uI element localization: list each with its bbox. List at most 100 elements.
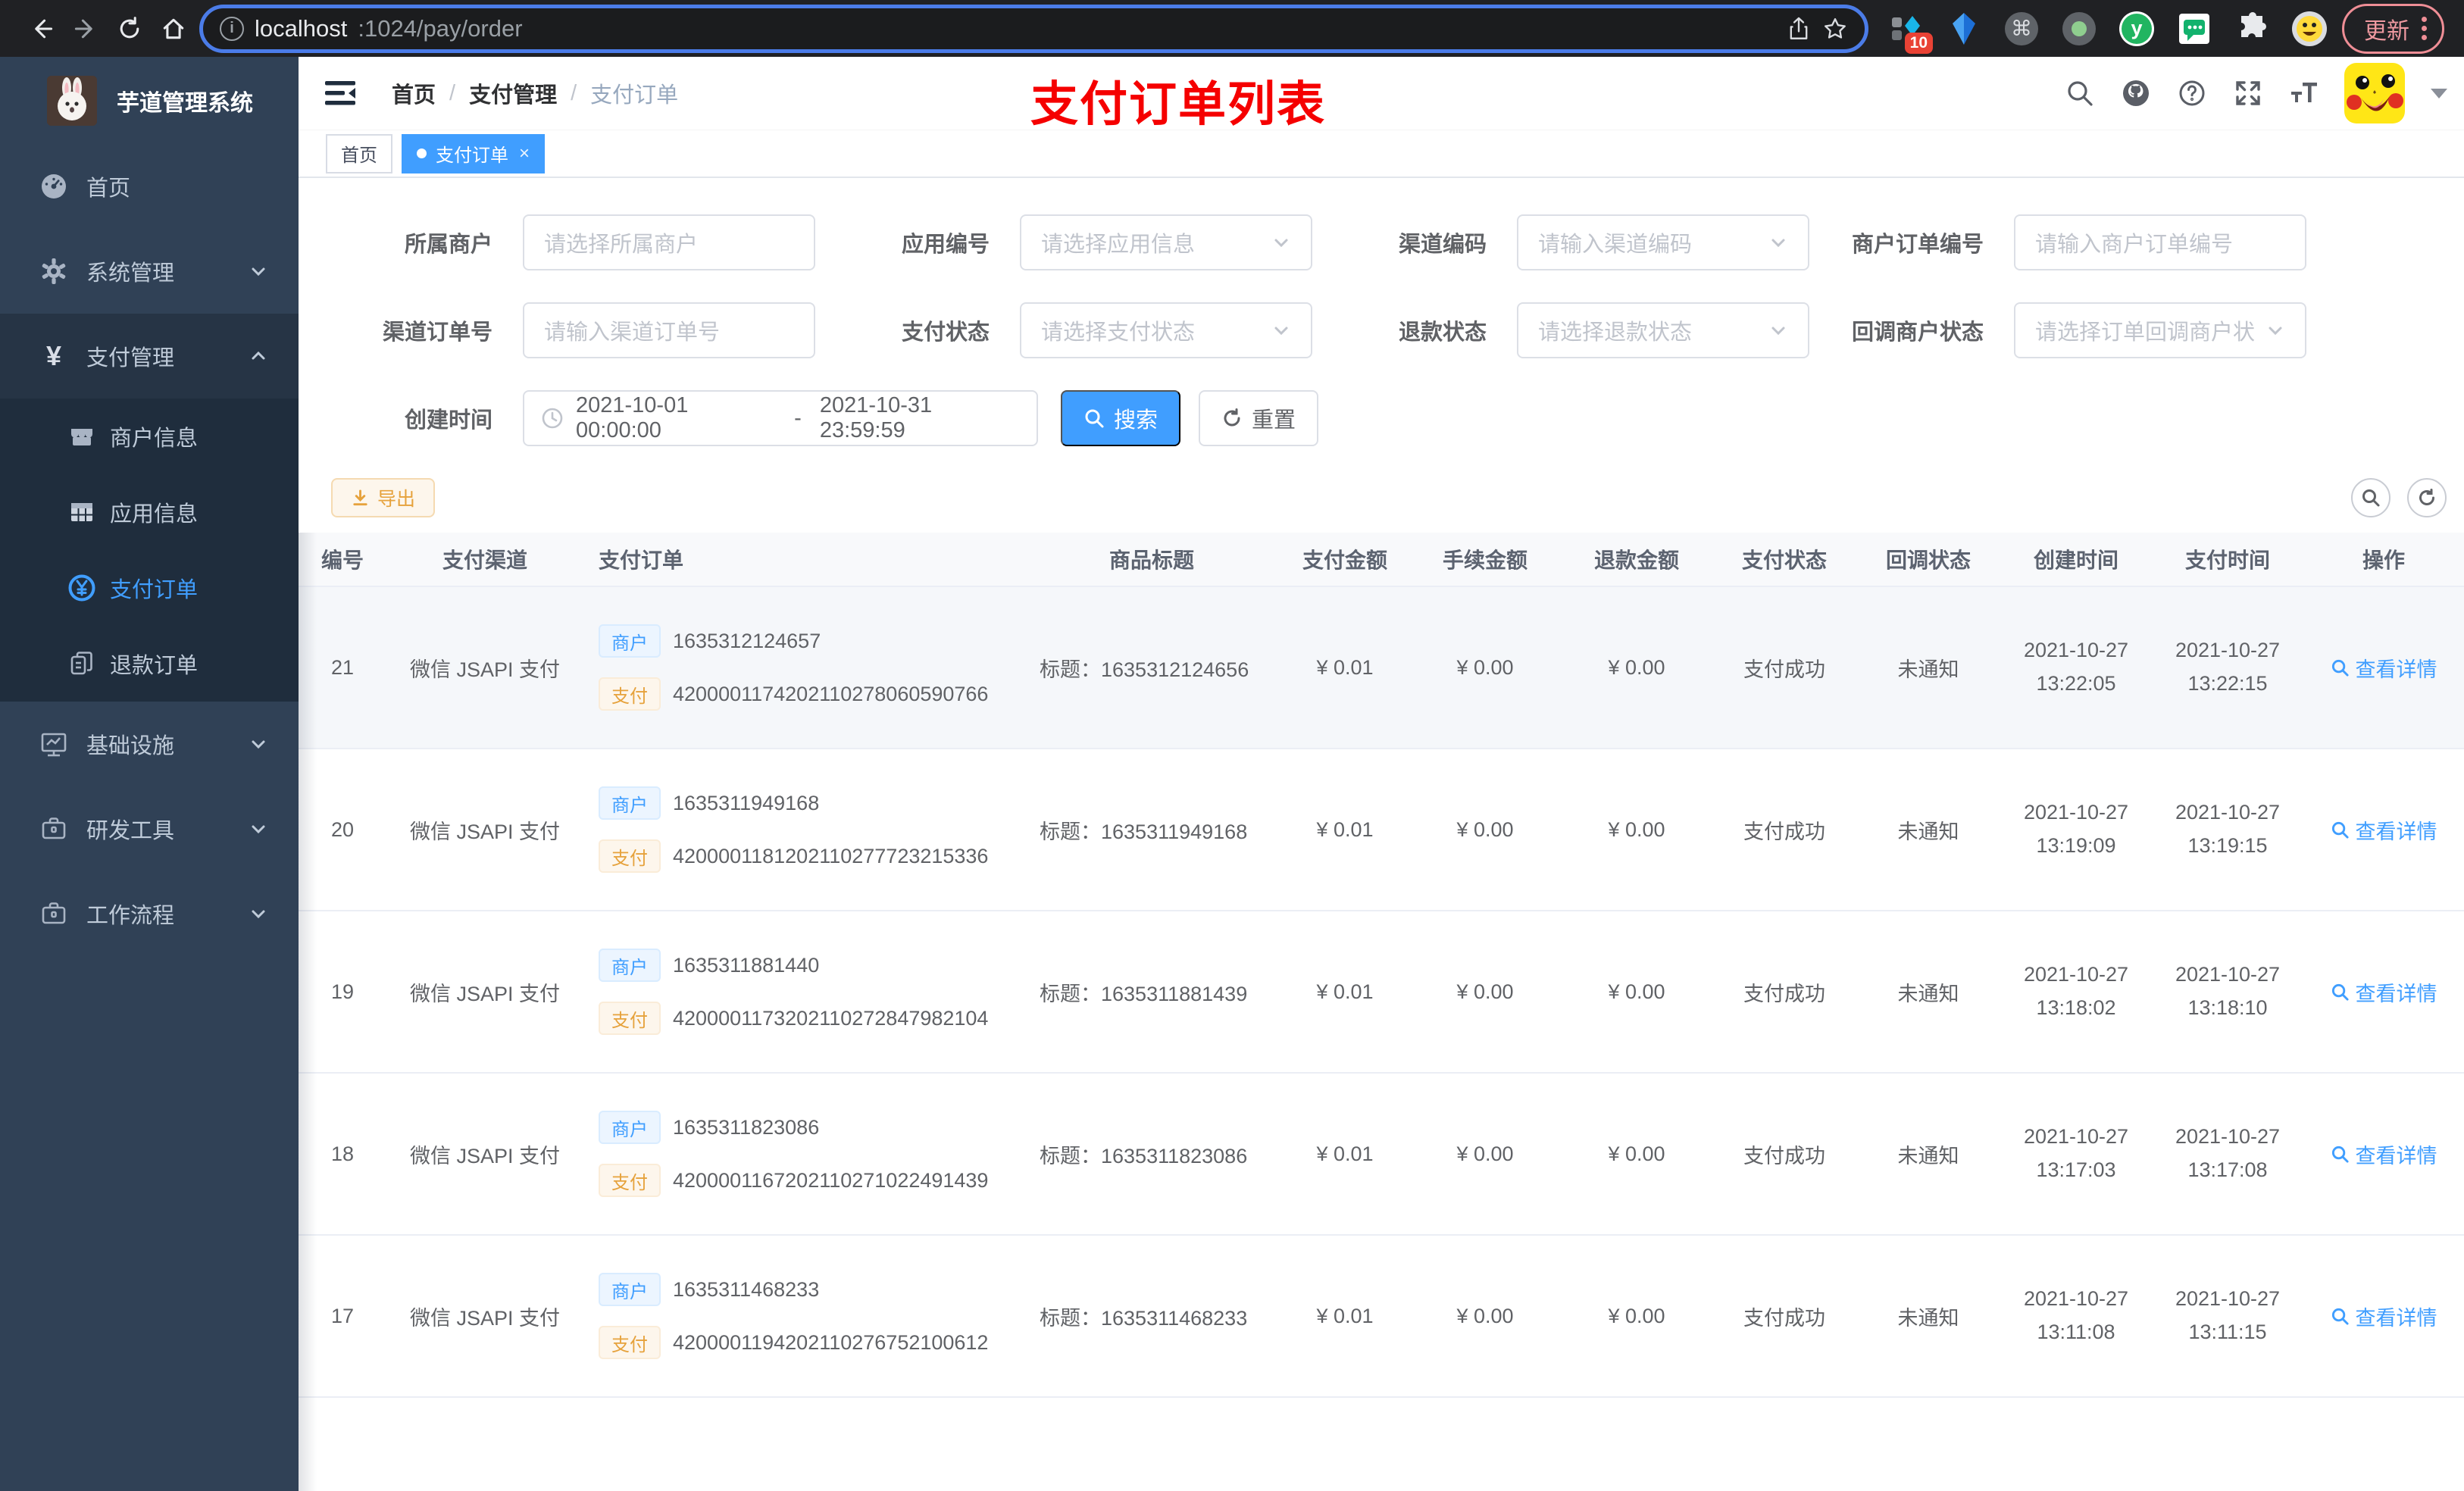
avatar-caret-icon[interactable] [2431, 88, 2447, 98]
table-body: 21 微信 JSAPI 支付 商户 1635312124657 支付 42000… [299, 587, 2464, 1491]
reset-button[interactable]: 重置 [1199, 390, 1319, 446]
search-icon[interactable] [2064, 77, 2096, 109]
url-bar[interactable]: i localhost :1024/pay/order [199, 4, 1868, 53]
cell-pay-amount: ¥ 0.01 [1316, 1304, 1374, 1327]
filter-row-2: 渠道订单号 请输入渠道订单号 支付状态 请选择支付状态 退款状态 请选择退款状态… [299, 302, 2464, 358]
input-merchant-order-no[interactable]: 请输入商户订单编号 [2014, 214, 2306, 270]
date-end[interactable]: 2021-10-31 23:59:59 [820, 393, 1020, 443]
table-row: 17 微信 JSAPI 支付 商户 1635311468233 支付 42000… [299, 1236, 2464, 1398]
cell-pay-channel: 微信 JSAPI 支付 [409, 1144, 561, 1167]
kite-extension-icon[interactable] [1946, 11, 1981, 46]
table-row: 21 微信 JSAPI 支付 商户 1635312124657 支付 42000… [299, 587, 2464, 749]
sidebar-item-system[interactable]: 系统管理 [0, 229, 299, 314]
sidebar-item-app-info[interactable]: 应用信息 [0, 474, 299, 550]
sidebar-item-workflow[interactable]: 工作流程 [0, 871, 299, 956]
y-extension-icon[interactable]: y [2119, 11, 2154, 46]
input-merchant[interactable]: 请选择所属商户 [523, 214, 815, 270]
cell-create-time: 2021-10-27 13:22:05 [2023, 639, 2129, 695]
extensions-row: 10 ⌘ y [1889, 11, 2327, 54]
breadcrumb-home[interactable]: 首页 [392, 77, 436, 109]
view-details-link[interactable]: 查看详情 [2331, 1139, 2437, 1169]
sidebar-item-merchant-info[interactable]: 商户信息 [0, 399, 299, 474]
filter-field-merchant-order-no: 商户订单编号 请输入商户订单编号 [1809, 214, 2306, 270]
sidebar-item-pay-order[interactable]: 支付订单 [0, 550, 299, 626]
forward-icon[interactable] [64, 7, 108, 51]
filter-field-channel-order-no: 渠道订单号 请输入渠道订单号 [318, 302, 815, 358]
cell-refund-amount: ¥ 0.00 [1608, 980, 1665, 1003]
view-details-link[interactable]: 查看详情 [2331, 815, 2437, 845]
date-range-input[interactable]: 2021-10-01 00:00:00 - 2021-10-31 23:59:5… [523, 390, 1038, 446]
sidebar-item-label: 研发工具 [86, 819, 175, 843]
cell-pay-status: 支付成功 [1743, 1144, 1825, 1167]
cell-product-title: 标题：1635311949168 [1040, 820, 1248, 843]
sidebar-item-dev-tools[interactable]: 研发工具 [0, 786, 299, 871]
recorder-extension-icon[interactable] [2062, 11, 2097, 46]
merchant-tag: 商户 [599, 624, 661, 658]
channel-order-line: 支付 4200001181202110277723215336 [599, 839, 1023, 873]
tag-home[interactable]: 首页 [326, 133, 392, 173]
input-channel-order-no[interactable]: 请输入渠道订单号 [523, 302, 815, 358]
bookmark-star-icon[interactable] [1822, 16, 1848, 42]
chevron-down-icon [2269, 327, 2282, 336]
cell-id: 19 [330, 980, 355, 1003]
site-info-icon[interactable]: i [220, 16, 244, 41]
view-details-link[interactable]: 查看详情 [2331, 977, 2437, 1007]
reload-icon[interactable] [108, 7, 152, 51]
cell-refund-amount: ¥ 0.00 [1608, 1304, 1665, 1327]
help-icon[interactable] [2176, 77, 2208, 109]
select-channel-code[interactable]: 请输入渠道编码 [1517, 214, 1809, 270]
dashboard-icon [38, 172, 70, 201]
select-refund-status[interactable]: 请选择退款状态 [1517, 302, 1809, 358]
cell-pay-order: 商户 1635311881440 支付 42000011732021102728… [583, 949, 1023, 1035]
select-notify-status[interactable]: 请选择订单回调商户状态 [2014, 302, 2306, 358]
sidebar-item-infra[interactable]: 基础设施 [0, 702, 299, 786]
merchant-order-line: 商户 1635311881440 [599, 949, 1023, 982]
select-app-no[interactable]: 请选择应用信息 [1020, 214, 1312, 270]
select-pay-status[interactable]: 请选择支付状态 [1020, 302, 1312, 358]
filter-row-1: 所属商户 请选择所属商户 应用编号 请选择应用信息 渠道编码 请输入渠道编码 商… [299, 214, 2464, 270]
cell-fee-amount: ¥ 0.00 [1456, 655, 1514, 679]
filter-field-notify-status: 回调商户状态 请选择订单回调商户状态 [1809, 302, 2306, 358]
sidebar-collapse-icon[interactable] [324, 78, 357, 108]
chevron-down-icon [252, 910, 265, 919]
sidebar-item-refund-order[interactable]: 退款订单 [0, 626, 299, 702]
column-header-4: 支付金额 [1302, 549, 1387, 572]
cell-product-title: 标题：1635311823086 [1040, 1144, 1248, 1167]
share-icon[interactable] [1786, 16, 1812, 42]
command-extension-icon[interactable]: ⌘ [2004, 11, 2039, 46]
user-avatar[interactable] [2344, 63, 2405, 123]
github-icon[interactable] [2120, 77, 2152, 109]
breadcrumb-pay[interactable]: 支付管理 [469, 77, 557, 109]
export-button[interactable]: 导出 [331, 478, 436, 517]
workspace-extension-icon[interactable]: 10 [1889, 11, 1933, 54]
refresh-table-button[interactable] [2407, 478, 2447, 517]
date-start[interactable]: 2021-10-01 00:00:00 [576, 393, 776, 443]
sidebar-item-label: 基础设施 [86, 734, 175, 758]
toggle-search-button[interactable] [2351, 478, 2391, 517]
profile-avatar-icon[interactable] [2292, 11, 2327, 46]
sidebar-item-pay[interactable]: ¥ 支付管理 [0, 314, 299, 399]
merchant-tag: 商户 [599, 1111, 661, 1144]
sidebar-item-label: 系统管理 [86, 261, 175, 286]
back-icon[interactable] [20, 7, 64, 51]
view-details-link[interactable]: 查看详情 [2331, 653, 2437, 683]
sidebar-item-home[interactable]: 首页 [0, 144, 299, 229]
pay-tag: 支付 [599, 839, 661, 873]
filter-field-merchant: 所属商户 请选择所属商户 [318, 214, 815, 270]
font-size-icon[interactable] [2288, 77, 2320, 109]
search-button[interactable]: 搜索 [1061, 390, 1181, 446]
puzzle-extensions-icon[interactable] [2234, 11, 2269, 46]
view-details-link[interactable]: 查看详情 [2331, 1302, 2437, 1331]
chrome-update-button[interactable]: 更新 [2342, 3, 2444, 54]
sidebar-item-label: 支付管理 [86, 346, 175, 370]
channel-pay-no: 4200001194202110276752100612 [673, 1330, 989, 1354]
browser-menu-icon[interactable] [2422, 17, 2427, 40]
sidebar: 芋道管理系统 首页 系统管理 ¥ 支付管理 商户信息 应用信息 支付订单 退款订… [0, 57, 299, 1491]
tag-close-icon[interactable]: × [519, 144, 530, 163]
home-icon[interactable] [152, 7, 195, 51]
fullscreen-icon[interactable] [2232, 77, 2264, 109]
channel-order-line: 支付 4200001173202110272847982104 [599, 1002, 1023, 1035]
tag-pay-order[interactable]: 支付订单 × [402, 133, 546, 173]
chat-extension-icon[interactable] [2177, 11, 2212, 46]
cell-product-title: 标题：1635311881439 [1040, 982, 1248, 1005]
